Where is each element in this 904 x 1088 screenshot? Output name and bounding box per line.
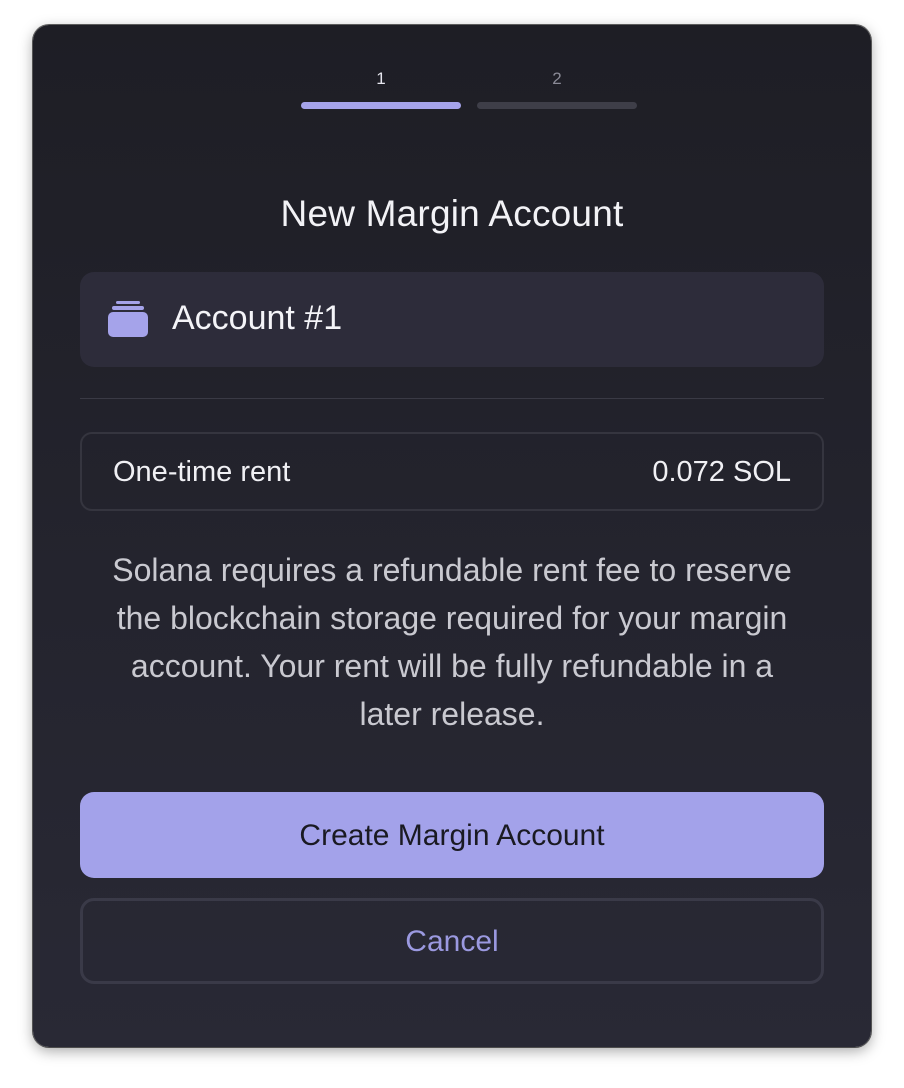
account-name-field: Account #1 <box>80 272 824 367</box>
divider <box>80 398 824 399</box>
step-1-number: 1 <box>376 69 386 88</box>
step-1-progress-bar <box>301 102 461 109</box>
rent-value: 0.072 SOL <box>652 456 791 488</box>
rent-label: One-time rent <box>113 456 291 488</box>
modal-title: New Margin Account <box>280 193 624 234</box>
step-2: 2 <box>477 65 637 111</box>
stacked-accounts-icon <box>108 301 148 337</box>
step-2-number: 2 <box>552 69 562 88</box>
stepper: 1 2 <box>301 65 637 111</box>
step-1: 1 <box>301 65 461 111</box>
create-margin-account-button[interactable]: Create Margin Account <box>80 792 824 878</box>
cancel-button[interactable]: Cancel <box>80 898 824 984</box>
rent-summary: One-time rent 0.072 SOL <box>80 432 824 511</box>
new-margin-account-modal: 1 2 New Margin Account Account #1 One-ti… <box>33 25 871 1047</box>
step-2-progress-bar <box>477 102 637 109</box>
account-name: Account #1 <box>172 299 343 337</box>
rent-description: Solana requires a refundable rent fee to… <box>112 552 792 732</box>
